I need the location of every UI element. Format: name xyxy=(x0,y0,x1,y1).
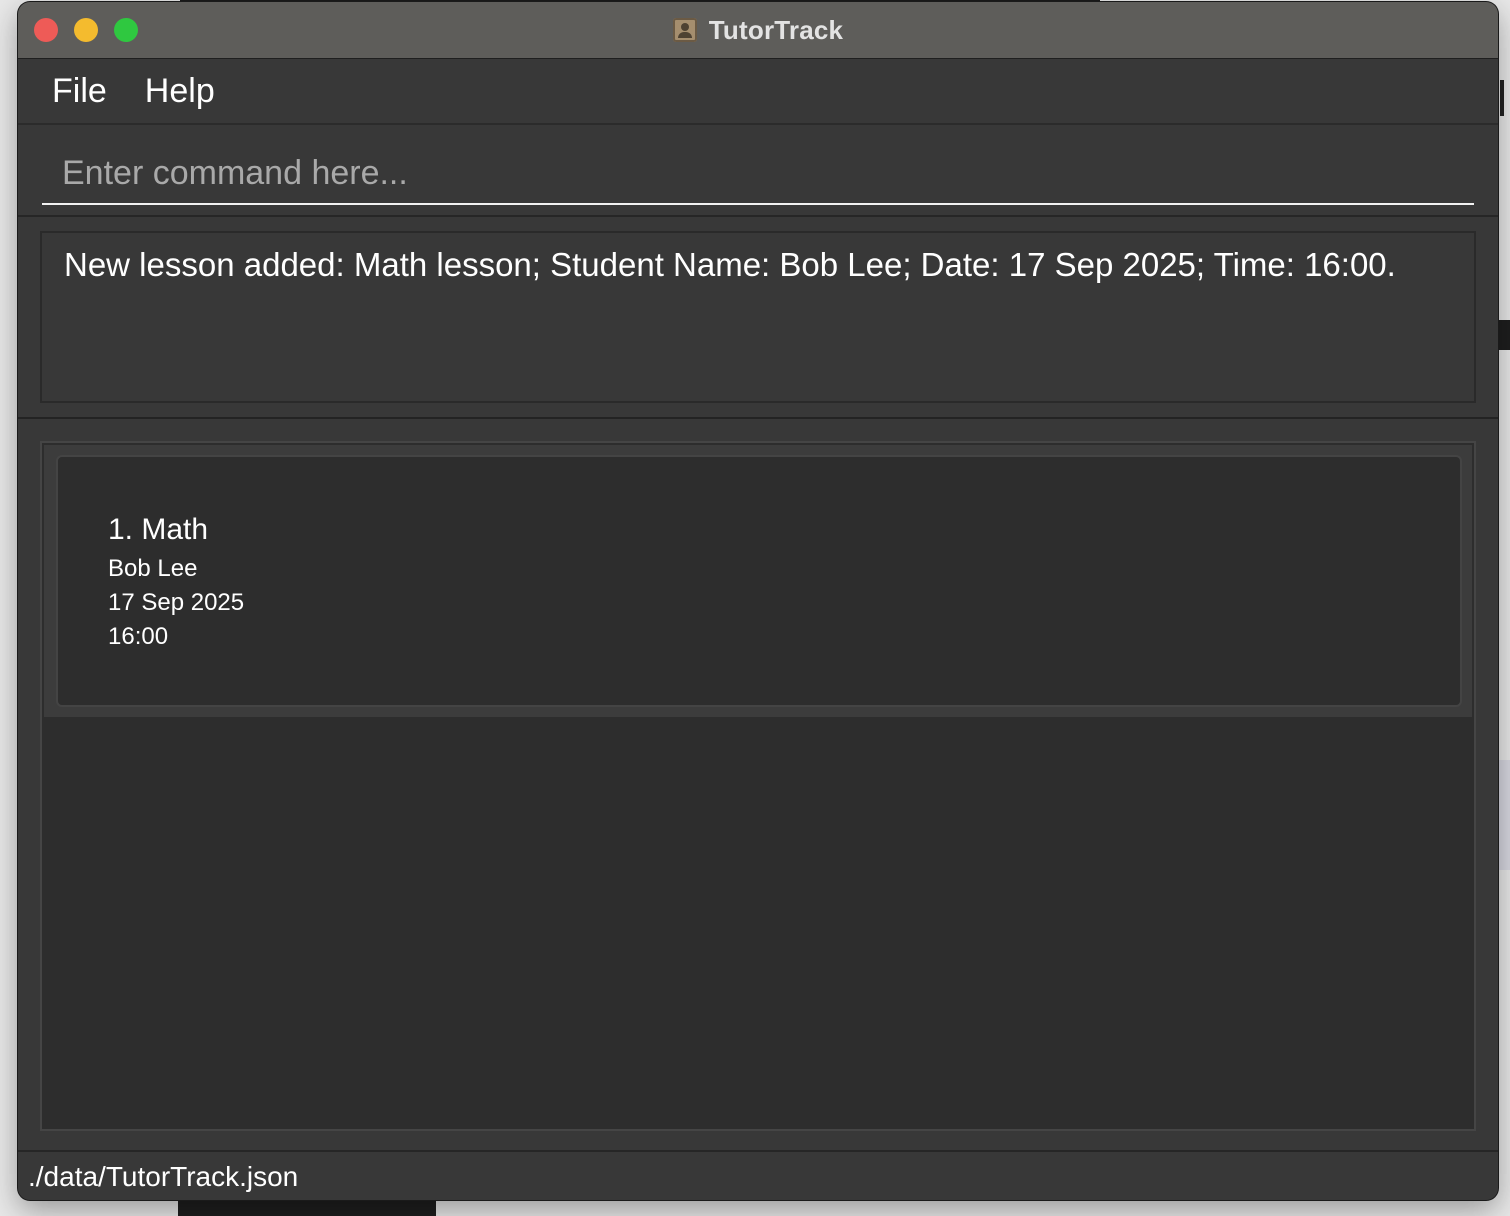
result-message: New lesson added: Math lesson; Student N… xyxy=(40,231,1476,403)
lesson-student: Bob Lee xyxy=(108,555,198,582)
data-file-path: ./data/TutorTrack.json xyxy=(28,1161,299,1192)
lesson-date: 17 Sep 2025 xyxy=(108,589,245,616)
window-title: TutorTrack xyxy=(708,14,844,45)
result-display-area: New lesson added: Math lesson; Student N… xyxy=(18,217,1498,419)
list-item[interactable]: 1. Math Bob Lee 17 Sep 2025 16:00 xyxy=(44,445,1472,717)
window-title-group: TutorTrack xyxy=(18,2,1498,58)
background-window-edge xyxy=(1498,320,1510,350)
menu-bar: File Help xyxy=(18,59,1498,125)
background-window-strip xyxy=(178,1200,436,1216)
lesson-list-area: 1. Math Bob Lee 17 Sep 2025 16:00 xyxy=(18,419,1498,1152)
lesson-title: 1. Math xyxy=(108,513,209,546)
menu-file[interactable]: File xyxy=(40,68,119,115)
app-window: TutorTrack File Help New lesson added: M… xyxy=(18,2,1498,1200)
command-box xyxy=(18,125,1498,217)
background-window-edge xyxy=(1500,80,1510,116)
lesson-time: 16:00 xyxy=(108,623,169,650)
lesson-list[interactable]: 1. Math Bob Lee 17 Sep 2025 16:00 xyxy=(40,441,1476,1131)
menu-help[interactable]: Help xyxy=(133,68,227,115)
status-bar: ./data/TutorTrack.json xyxy=(18,1150,1498,1200)
command-input[interactable] xyxy=(42,143,1474,205)
title-bar: TutorTrack xyxy=(18,2,1498,59)
background-window-edge xyxy=(1498,760,1510,870)
contact-card-icon xyxy=(672,18,697,42)
lesson-card[interactable]: 1. Math Bob Lee 17 Sep 2025 16:00 xyxy=(56,455,1462,707)
